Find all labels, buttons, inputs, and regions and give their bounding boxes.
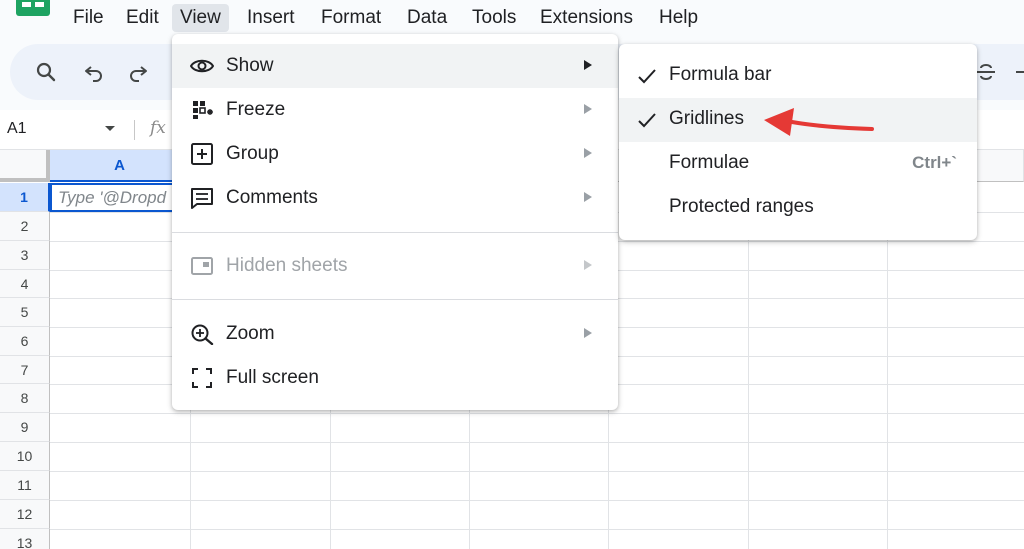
row-header-8[interactable]: 8 bbox=[0, 384, 50, 413]
menu-format[interactable]: Format bbox=[313, 4, 389, 32]
toolbar-overflow-icon[interactable] bbox=[1016, 71, 1024, 73]
view-menu-item-show[interactable]: Show bbox=[172, 44, 618, 88]
view-menu-label: Hidden sheets bbox=[226, 255, 348, 276]
menu-data[interactable]: Data bbox=[399, 4, 455, 32]
row-header-13[interactable]: 13 bbox=[0, 529, 50, 549]
menu-edit[interactable]: Edit bbox=[118, 4, 167, 32]
row-header-2[interactable]: 2 bbox=[0, 212, 50, 241]
view-menu-dropdown: Show Freeze Group Comments Hidden sheets… bbox=[172, 34, 618, 410]
show-submenu-item-protected-ranges[interactable]: Protected ranges bbox=[619, 186, 977, 230]
row-header-11[interactable]: 11 bbox=[0, 471, 50, 500]
name-box[interactable]: A1 bbox=[7, 120, 27, 138]
chevron-down-icon[interactable] bbox=[104, 123, 116, 135]
submenu-arrow-icon bbox=[584, 260, 592, 270]
menu-help[interactable]: Help bbox=[651, 4, 706, 32]
spreadsheet-window: File Edit View Insert Format Data Tools … bbox=[0, 0, 1024, 549]
row-header-10[interactable]: 10 bbox=[0, 442, 50, 471]
menu-insert[interactable]: Insert bbox=[239, 4, 303, 32]
gridline bbox=[50, 529, 1024, 530]
group-plus-icon bbox=[191, 143, 213, 165]
show-submenu-item-formula-bar[interactable]: Formula bar bbox=[619, 54, 977, 98]
view-menu-item-zoom[interactable]: Zoom bbox=[172, 312, 618, 356]
menu-view[interactable]: View bbox=[172, 4, 229, 32]
row-header-3[interactable]: 3 bbox=[0, 241, 50, 270]
eye-icon bbox=[190, 59, 214, 73]
gridline bbox=[50, 413, 1024, 414]
row-header-4[interactable]: 4 bbox=[0, 270, 50, 298]
fullscreen-icon bbox=[192, 368, 212, 388]
view-menu-label: Full screen bbox=[226, 367, 319, 388]
view-menu-label: Comments bbox=[226, 187, 318, 208]
view-menu-label: Freeze bbox=[226, 99, 286, 120]
keyboard-shortcut: Ctrl+` bbox=[912, 153, 957, 172]
comment-icon bbox=[191, 188, 213, 209]
view-menu-item-comments[interactable]: Comments bbox=[172, 176, 618, 220]
menu-divider bbox=[172, 232, 618, 233]
zoom-icon bbox=[191, 324, 214, 345]
view-menu-item-full-screen[interactable]: Full screen bbox=[172, 356, 618, 400]
show-submenu-item-formulae[interactable]: Formulae Ctrl+` bbox=[619, 142, 977, 186]
redo-icon[interactable] bbox=[126, 60, 150, 84]
column-header-a[interactable]: A bbox=[50, 150, 190, 182]
show-submenu-label: Gridlines bbox=[669, 108, 744, 129]
submenu-arrow-icon bbox=[584, 104, 592, 114]
submenu-arrow-icon bbox=[584, 192, 592, 202]
row-header-5[interactable]: 5 bbox=[0, 298, 50, 327]
menu-file[interactable]: File bbox=[65, 4, 112, 32]
strikethrough-icon[interactable] bbox=[974, 60, 998, 84]
sheets-logo-icon[interactable] bbox=[16, 0, 50, 16]
view-menu-label: Group bbox=[226, 143, 279, 164]
formula-divider bbox=[134, 120, 135, 140]
fx-icon: fx bbox=[150, 118, 166, 138]
hidden-sheet-icon bbox=[191, 257, 213, 275]
checkmark-icon bbox=[638, 113, 656, 128]
menu-divider bbox=[172, 299, 618, 300]
gridline bbox=[50, 471, 1024, 472]
checkmark-icon bbox=[638, 69, 656, 84]
show-submenu-label: Protected ranges bbox=[669, 196, 814, 217]
row-header-7[interactable]: 7 bbox=[0, 356, 50, 384]
undo-icon[interactable] bbox=[82, 60, 106, 84]
submenu-arrow-icon bbox=[584, 148, 592, 158]
gridline bbox=[50, 500, 1024, 501]
view-menu-item-group[interactable]: Group bbox=[172, 132, 618, 176]
view-menu-item-hidden-sheets: Hidden sheets bbox=[172, 244, 618, 288]
row-header-9[interactable]: 9 bbox=[0, 413, 50, 442]
view-menu-label: Show bbox=[226, 55, 274, 76]
menu-bar: File Edit View Insert Format Data Tools … bbox=[0, 0, 1024, 36]
view-menu-item-freeze[interactable]: Freeze bbox=[172, 88, 618, 132]
select-all-corner[interactable] bbox=[0, 150, 50, 182]
freeze-grid-icon bbox=[193, 101, 213, 119]
annotation-arrow-icon bbox=[764, 108, 874, 136]
row-header-6[interactable]: 6 bbox=[0, 327, 50, 356]
active-cell-a1[interactable]: Type '@Dropd bbox=[50, 183, 190, 212]
show-submenu-label: Formula bar bbox=[669, 64, 772, 85]
cell-placeholder: Type '@Dropd bbox=[58, 188, 167, 207]
submenu-arrow-icon bbox=[584, 60, 592, 70]
submenu-arrow-icon bbox=[584, 328, 592, 338]
gridline bbox=[50, 442, 1024, 443]
menu-extensions[interactable]: Extensions bbox=[532, 4, 641, 32]
menu-tools[interactable]: Tools bbox=[464, 4, 524, 32]
row-header-1[interactable]: 1 bbox=[0, 183, 50, 212]
show-submenu-label: Formulae bbox=[669, 152, 750, 173]
search-icon[interactable] bbox=[34, 60, 58, 84]
view-menu-label: Zoom bbox=[226, 323, 275, 344]
row-header-12[interactable]: 12 bbox=[0, 500, 50, 529]
